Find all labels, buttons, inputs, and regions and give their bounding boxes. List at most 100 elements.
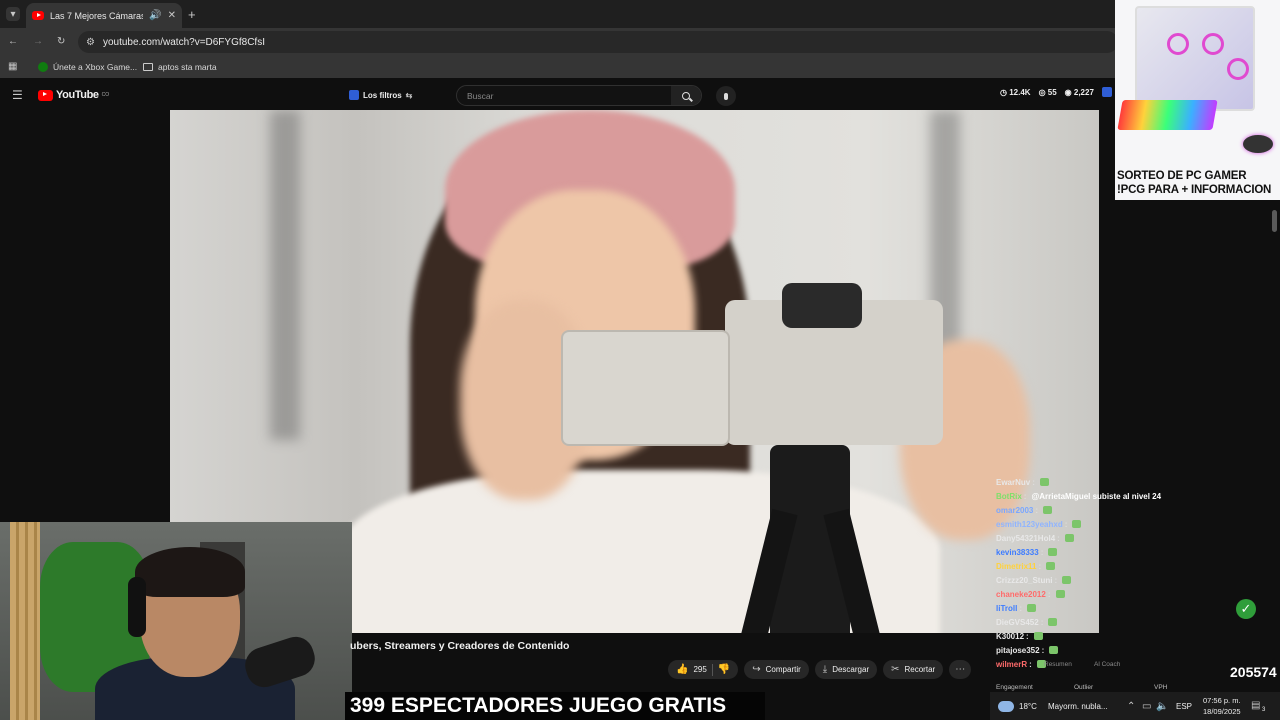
download-label: Descargar [832, 665, 870, 674]
separator [711, 663, 713, 676]
sliders-icon: ⇆ [405, 90, 413, 100]
extension-icon[interactable] [1101, 87, 1112, 97]
download-button[interactable]: ⤓ Descargar [814, 660, 878, 679]
tab-outlier[interactable]: Outlier [1074, 684, 1093, 691]
scrollbar[interactable] [1272, 210, 1277, 232]
overlay-counter: 205574 [1230, 664, 1277, 680]
chat-message: BotRix : @ArrietaMiguel subiste al nivel … [994, 489, 1194, 503]
channel-stats: ◷ 12.4K ◎ 55 ◉ 2,227 [1000, 87, 1112, 97]
filters-button[interactable]: Los filtros ⇆ [349, 87, 412, 103]
chat-username[interactable]: Crizzz20_Stuni [996, 576, 1052, 585]
giveaway-promo-overlay: SORTEO DE PC GAMER !PCG PARA + INFORMACI… [1115, 0, 1280, 200]
chevron-up-icon[interactable]: ⌃ [1127, 701, 1135, 712]
chat-username[interactable]: pitajose352 [996, 646, 1040, 655]
tab-search-icon[interactable]: ▾ [6, 7, 20, 21]
back-icon[interactable]: ← [8, 36, 18, 47]
chat-username[interactable]: kevin38333 [996, 548, 1039, 557]
clip-button[interactable]: ✂ Recortar [883, 660, 944, 679]
control-resumen[interactable]: Resumen [1044, 661, 1072, 668]
search-icon [682, 91, 690, 100]
emote-icon [1043, 506, 1053, 514]
logo-country: CO [101, 92, 110, 98]
xbox-icon [38, 62, 48, 72]
emote-icon [1048, 548, 1058, 556]
chat-username[interactable]: omar2003 [996, 506, 1033, 515]
reload-icon[interactable]: ↻ [57, 36, 65, 47]
chat-username[interactable]: Dimetrix11 [996, 562, 1036, 571]
window-blind [270, 110, 300, 440]
chat-username[interactable]: EwarNuv [996, 478, 1030, 487]
download-icon: ⤓ [822, 664, 828, 675]
chat-message: Crizzz20_Stuni : [994, 573, 1194, 587]
emote-icon [1072, 520, 1082, 528]
search-button[interactable] [671, 86, 701, 105]
like-count[interactable]: 295 [693, 665, 706, 674]
streamer-webcam [0, 522, 352, 720]
emote-icon [1033, 632, 1043, 640]
clock-time[interactable]: 07:56 p. m. [1203, 696, 1241, 705]
mouse-image [1243, 135, 1273, 153]
left-gutter [0, 110, 170, 522]
emote-icon [1048, 618, 1058, 626]
clock-date[interactable]: 18/09/2025 [1203, 707, 1241, 716]
chat-username[interactable]: chaneke2012 [996, 590, 1046, 599]
bookmarks-bar: ▦ Únete a Xbox Game... aptos sta marta [0, 56, 1280, 78]
search-input[interactable]: Buscar [457, 91, 671, 101]
share-button[interactable]: ↪ Compartir [744, 660, 809, 679]
language-indicator[interactable]: ESP [1176, 702, 1192, 711]
weather-icon[interactable] [998, 701, 1014, 712]
chat-separator: : [1035, 505, 1039, 515]
bookmark-xbox[interactable]: Únete a Xbox Game... [38, 62, 137, 72]
notification-count: 3 [1262, 707, 1266, 713]
like-icon[interactable]: 👍 [676, 664, 688, 675]
checkmark-icon: ✓ [1236, 599, 1256, 619]
voice-search-button[interactable] [716, 86, 736, 106]
chat-username[interactable]: K30012 [996, 632, 1024, 641]
chat-username[interactable]: DieGVS452 [996, 618, 1039, 627]
folder-icon [143, 63, 153, 71]
browser-tab[interactable]: Las 7 Mejores Cámaras p 🔊 ✕ [26, 3, 182, 28]
share-label: Compartir [765, 665, 801, 674]
pc-case-image [1135, 6, 1255, 111]
chat-message: omar2003 : [994, 503, 1194, 517]
network-icon[interactable]: ▭ [1142, 701, 1151, 712]
chat-separator: : [1057, 533, 1060, 543]
menu-icon[interactable]: ☰ [12, 88, 23, 102]
bookmark-label: Únete a Xbox Game... [53, 62, 138, 72]
control-coach[interactable]: Al Coach [1094, 661, 1120, 668]
forward-icon[interactable]: → [33, 36, 43, 47]
chat-separator: : [1064, 519, 1068, 529]
tab-vph[interactable]: VPH [1154, 684, 1167, 691]
site-info-icon[interactable]: ⚙ [86, 37, 95, 48]
more-icon: ⋯ [955, 664, 966, 675]
youtube-logo[interactable]: YouTube CO [38, 89, 109, 101]
weather-text[interactable]: Mayorm. nubla... [1048, 702, 1108, 711]
temperature[interactable]: 18°C [1019, 702, 1037, 711]
stat-likes: ◉ 2,227 [1064, 87, 1094, 97]
audio-playing-icon[interactable]: 🔊 [149, 10, 161, 21]
dislike-icon[interactable]: 👎 [718, 664, 730, 675]
tab-engagement[interactable]: Engagement [996, 684, 1033, 691]
volume-icon[interactable]: 🔈 [1156, 701, 1168, 712]
notifications-icon[interactable]: ▤ [1251, 700, 1260, 711]
chat-username[interactable]: esmith123yeahxd [996, 520, 1063, 529]
stat-views: ◷ 12.4K [1000, 87, 1031, 97]
emote-icon [1055, 590, 1065, 598]
bookmark-folder[interactable]: aptos sta marta [143, 62, 217, 72]
extension-icon [349, 90, 359, 100]
filters-label: Los filtros [363, 90, 402, 100]
chat-username[interactable]: Dany54321Hol4 [996, 534, 1055, 543]
chat-username[interactable]: liTroll [996, 604, 1017, 613]
emote-icon [1064, 534, 1074, 542]
address-bar[interactable]: ⚙ youtube.com/watch?v=D6FYGf8CfsI [78, 31, 1118, 53]
youtube-favicon-icon [32, 11, 44, 20]
camera-viewfinder [782, 283, 862, 328]
apps-grid-icon[interactable]: ▦ [8, 61, 17, 72]
share-icon: ↪ [752, 664, 761, 675]
more-actions-button[interactable]: ⋯ [949, 660, 972, 679]
emote-icon [1039, 478, 1049, 486]
chat-username[interactable]: BotRix [996, 492, 1022, 501]
search-box[interactable]: Buscar [456, 85, 702, 106]
new-tab-icon[interactable]: + [188, 7, 196, 22]
close-tab-icon[interactable]: ✕ [168, 10, 176, 21]
